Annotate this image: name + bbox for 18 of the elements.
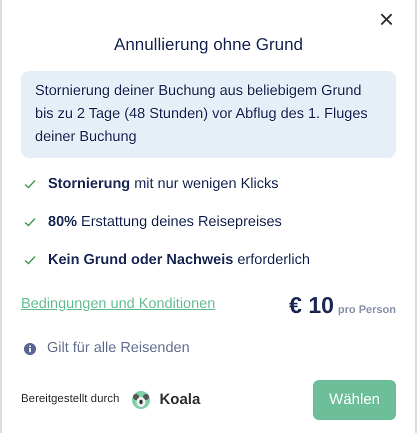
provider-label: Bereitgestellt durch — [21, 392, 120, 408]
check-icon — [24, 254, 36, 264]
price-amount: € 10 — [289, 290, 334, 320]
provider-name: Koala — [159, 390, 200, 410]
summary-text: Stornierung deiner Buchung aus beliebigem Grund bis zu 2 Tage (48 Stunden) vor Abflug des 1. Fluges deiner Buchung — [21, 70, 396, 158]
close-button[interactable]: × — [376, 6, 396, 32]
feature-text: Stornierung mit nur wenigen Klicks — [48, 174, 278, 194]
feature-text: 80% Erstattung deines Reisepreises — [48, 212, 282, 232]
check-icon — [24, 178, 36, 188]
dialog-title: Annullierung ohne Grund — [112, 34, 304, 56]
info-text: Gilt für alle Reisenden — [47, 339, 190, 358]
info-icon — [24, 342, 36, 355]
terms-link[interactable]: Bedingungen und Konditionen — [21, 294, 216, 316]
select-button[interactable]: Wählen — [313, 380, 396, 420]
feature-text: Kein Grund oder Nachweis erforderlich — [48, 250, 310, 270]
logo-icon — [131, 390, 152, 410]
price-unit: pro Person — [338, 302, 396, 318]
check-icon — [24, 216, 36, 226]
